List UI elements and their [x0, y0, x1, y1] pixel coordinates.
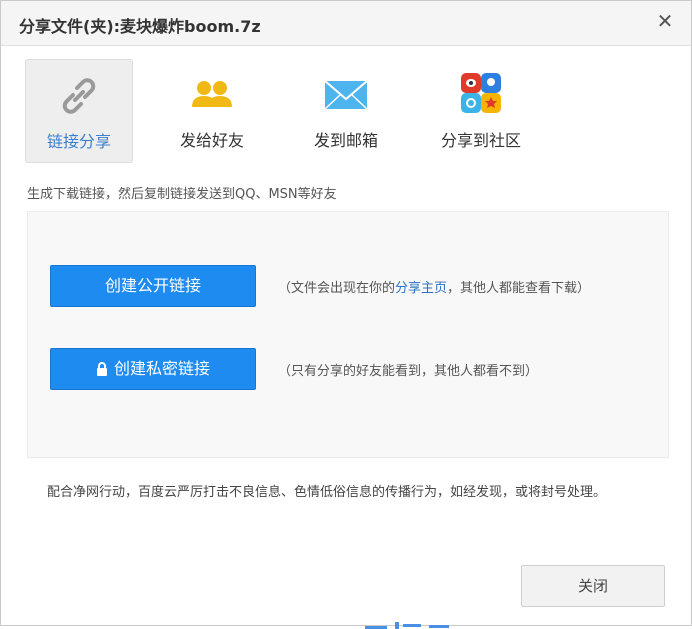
- close-button[interactable]: 关闭: [521, 565, 665, 607]
- button-label: 关闭: [577, 577, 608, 595]
- mail-icon: [324, 80, 368, 110]
- share-description: 生成下载链接，然后复制链接发送到QQ、MSN等好友: [27, 187, 337, 202]
- create-public-link-button[interactable]: 创建公开链接: [50, 265, 256, 307]
- link-icon: [62, 78, 96, 114]
- tab-label: 发给好友: [179, 131, 244, 150]
- tab-send-friends[interactable]: 发给好友: [159, 59, 265, 161]
- policy-notice: 配合净网行动，百度云严厉打击不良信息、色情低俗信息的传播行为，如经发现，或将封号…: [47, 485, 607, 500]
- cut-off-graphic: [361, 615, 461, 629]
- tab-share-community[interactable]: 分享到社区: [427, 59, 535, 161]
- note-text-after: ，其他人都能查看下载）: [447, 281, 591, 296]
- private-link-note: （只有分享的好友能看到，其他人都看不到）: [278, 364, 539, 379]
- lock-icon: [96, 362, 107, 376]
- title-bar: 分享文件(夹):麦块爆炸boom.7z ✕: [1, 1, 691, 46]
- friends-icon: [192, 81, 232, 107]
- share-homepage-link[interactable]: 分享主页: [395, 281, 447, 296]
- note-text-before: （文件会出现在你的: [278, 281, 396, 296]
- create-private-link-button[interactable]: 创建私密链接: [50, 348, 256, 390]
- tab-label: 链接分享: [46, 132, 111, 151]
- button-label: 创建私密链接: [113, 359, 210, 378]
- tab-send-email[interactable]: 发到邮箱: [293, 59, 399, 161]
- close-icon[interactable]: ✕: [655, 11, 675, 31]
- public-link-note: （文件会出现在你的分享主页，其他人都能查看下载）: [278, 277, 590, 296]
- link-options-panel: 创建公开链接 （文件会出现在你的分享主页，其他人都能查看下载） 创建私密链接 （…: [27, 211, 669, 458]
- button-label: 创建公开链接: [104, 276, 201, 295]
- tab-label: 分享到社区: [440, 131, 521, 150]
- community-icon: [461, 73, 501, 113]
- tab-link-share[interactable]: 链接分享: [25, 59, 133, 163]
- share-dialog: 分享文件(夹):麦块爆炸boom.7z ✕ 链接分享 发给好友 发到邮箱 分享到…: [0, 0, 692, 629]
- dialog-title: 分享文件(夹):麦块爆炸boom.7z: [19, 17, 261, 36]
- tab-label: 发到邮箱: [313, 131, 378, 150]
